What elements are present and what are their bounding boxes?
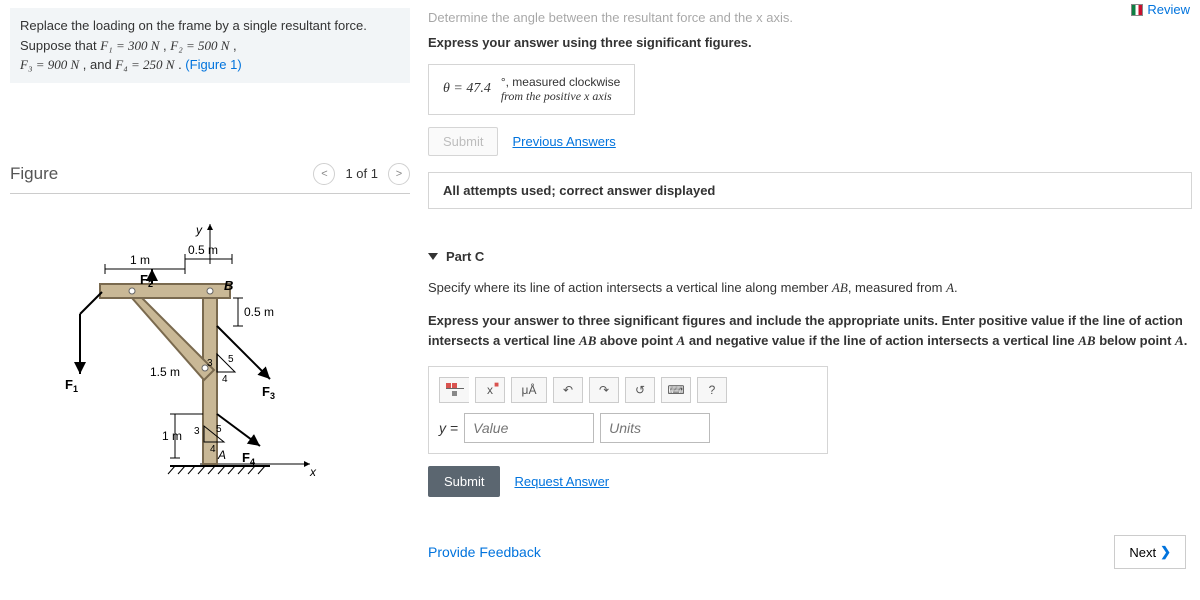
figure-title: Figure [10, 164, 58, 184]
help-button[interactable]: ? [697, 377, 727, 403]
figure-count: 1 of 1 [339, 166, 384, 181]
svg-text:3: 3 [207, 358, 213, 369]
superscript-button[interactable]: x■ [475, 377, 505, 403]
y-label: y = [439, 420, 458, 436]
theta-value: θ = 47.4 [443, 81, 491, 97]
figure-link[interactable]: (Figure 1) [185, 57, 241, 72]
svg-text:B: B [224, 278, 233, 293]
svg-text:4: 4 [210, 444, 216, 455]
svg-text:y: y [195, 223, 203, 237]
units-input[interactable] [600, 413, 710, 443]
partb-answer-display: θ = 47.4 °, measured clockwise from the … [428, 64, 635, 115]
f3-val: F₃ = 900 N [20, 57, 79, 72]
flag-icon [1131, 4, 1143, 16]
provide-feedback-link[interactable]: Provide Feedback [428, 544, 541, 560]
reset-button[interactable]: ↺ [625, 377, 655, 403]
units-mu-button[interactable]: μÅ [511, 377, 547, 403]
partb-submit-button: Submit [428, 127, 498, 156]
review-link[interactable]: Review [1131, 2, 1190, 17]
value-input[interactable] [464, 413, 594, 443]
collapse-icon[interactable] [428, 253, 438, 260]
partb-instruction: Express your answer using three signific… [428, 35, 1192, 50]
partc-instruction: Express your answer to three significant… [428, 311, 1192, 350]
svg-text:A: A [217, 448, 226, 462]
svg-text:0.5 m: 0.5 m [188, 243, 218, 257]
svg-text:4: 4 [222, 374, 228, 385]
partc-submit-button[interactable]: Submit [428, 466, 500, 497]
svg-text:F3: F3 [262, 384, 275, 401]
svg-text:5: 5 [216, 424, 222, 435]
figure-prev-button[interactable]: < [313, 163, 335, 185]
svg-text:1 m: 1 m [162, 429, 182, 443]
partb-status: All attempts used; correct answer displa… [428, 172, 1192, 209]
svg-text:1.5 m: 1.5 m [150, 365, 180, 379]
svg-text:F4: F4 [242, 450, 255, 467]
problem-statement: Replace the loading on the frame by a si… [10, 8, 410, 83]
previous-answers-link[interactable]: Previous Answers [512, 134, 615, 149]
partc-prompt: Specify where its line of action interse… [428, 278, 1192, 298]
svg-text:0.5 m: 0.5 m [244, 305, 274, 319]
undo-button[interactable]: ↶ [553, 377, 583, 403]
figure-diagram: y x 1 m 0.5 m B [10, 214, 410, 494]
request-answer-link[interactable]: Request Answer [514, 474, 609, 489]
svg-text:F1: F1 [65, 377, 78, 394]
fraction-button[interactable] [439, 377, 469, 403]
keyboard-button[interactable]: ⌨ [661, 377, 691, 403]
f2-val: F₂ = 500 N [170, 38, 229, 53]
partc-heading: Part C [446, 249, 484, 264]
f1-val: F₁ = 300 N [100, 38, 159, 53]
svg-text:1 m: 1 m [130, 253, 150, 267]
f4-val: F₄ = 250 N [115, 57, 174, 72]
chevron-right-icon: ❯ [1160, 544, 1171, 560]
figure-next-button[interactable]: > [388, 163, 410, 185]
partb-prompt-faded: Determine the angle between the resultan… [428, 10, 1192, 25]
redo-button[interactable]: ↷ [589, 377, 619, 403]
svg-text:5: 5 [228, 354, 234, 365]
svg-text:x: x [309, 465, 317, 479]
partc-input-widget: x■ μÅ ↶ ↷ ↺ ⌨ ? y = [428, 366, 828, 454]
next-button[interactable]: Next❯ [1114, 535, 1186, 569]
svg-text:3: 3 [194, 426, 200, 437]
